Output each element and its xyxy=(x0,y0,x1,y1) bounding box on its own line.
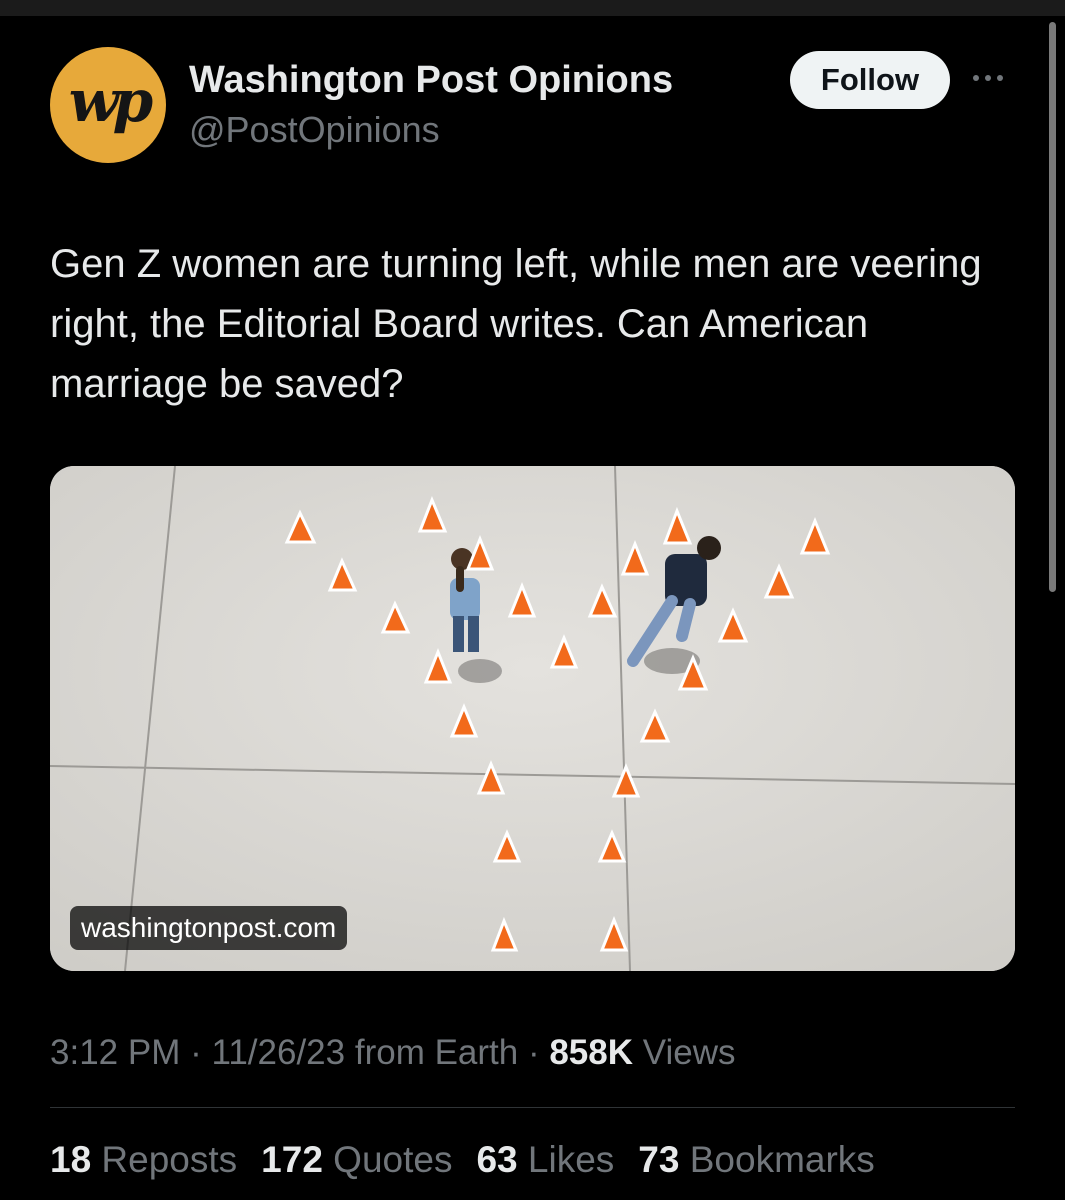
meta-separator: · xyxy=(518,1033,550,1072)
tweet-meta: 3:12 PM · 11/26/23 from Earth · 858K Vie… xyxy=(50,1033,735,1073)
divider xyxy=(50,1107,1015,1108)
scrollbar[interactable] xyxy=(1049,22,1056,592)
avatar[interactable]: wp xyxy=(50,47,166,163)
account-name[interactable]: Washington Post Opinions xyxy=(189,59,673,102)
more-options-icon[interactable] xyxy=(973,66,1013,90)
reposts-stat[interactable]: 18 Reposts xyxy=(50,1139,237,1181)
quotes-stat[interactable]: 172 Quotes xyxy=(261,1139,452,1181)
likes-stat[interactable]: 63 Likes xyxy=(476,1139,614,1181)
tweet-date[interactable]: 11/26/23 xyxy=(211,1033,345,1072)
quotes-count: 172 xyxy=(261,1139,323,1180)
bookmarks-count: 73 xyxy=(638,1139,680,1180)
engagement-stats: 18 Reposts 172 Quotes 63 Likes 73 Bookma… xyxy=(50,1139,875,1181)
tweet-source: from Earth xyxy=(345,1033,519,1072)
account-handle[interactable]: @PostOpinions xyxy=(189,109,440,151)
views-count: 858K xyxy=(549,1033,634,1072)
media-photo xyxy=(50,466,1015,971)
likes-label: Likes xyxy=(517,1139,615,1180)
meta-separator: · xyxy=(180,1033,212,1072)
tweet-time[interactable]: 3:12 PM xyxy=(50,1033,180,1072)
reposts-count: 18 xyxy=(50,1139,92,1180)
quotes-label: Quotes xyxy=(322,1139,453,1180)
tweet-media-card[interactable]: washingtonpost.com xyxy=(50,466,1015,971)
views-label: Views xyxy=(633,1033,736,1072)
likes-count: 63 xyxy=(476,1139,518,1180)
tweet-text: Gen Z women are turning left, while men … xyxy=(50,242,982,406)
status-bar-strip xyxy=(0,0,1065,16)
follow-button[interactable]: Follow xyxy=(790,51,950,109)
bookmarks-label: Bookmarks xyxy=(679,1139,875,1180)
bookmarks-stat[interactable]: 73 Bookmarks xyxy=(638,1139,875,1181)
reposts-label: Reposts xyxy=(91,1139,238,1180)
avatar-logo-text: wp xyxy=(68,67,154,135)
media-domain-label[interactable]: washingtonpost.com xyxy=(70,906,348,950)
